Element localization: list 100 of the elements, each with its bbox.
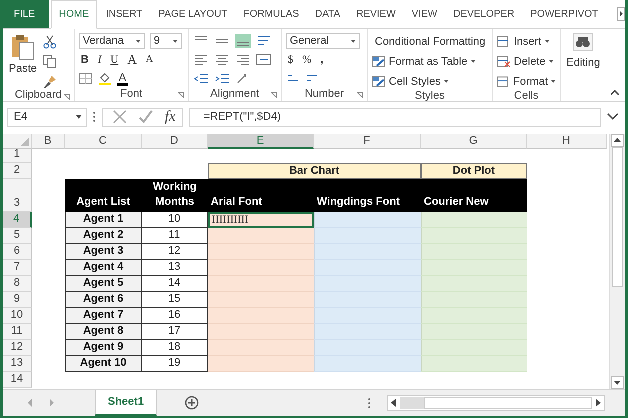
table-cell: 18 — [142, 340, 208, 356]
table-cell[interactable] — [208, 340, 314, 356]
row-header[interactable]: 13 — [3, 356, 32, 372]
sheet-tab[interactable]: Sheet1 — [95, 390, 158, 416]
ribbon-tab[interactable]: POWERPIVOT — [524, 0, 606, 28]
table-cell: Agent 8 — [65, 324, 142, 340]
table-cell[interactable] — [208, 308, 314, 324]
more-icon[interactable] — [93, 111, 96, 123]
shrink-font-button[interactable]: A — [144, 52, 156, 68]
grow-font-button[interactable]: A — [126, 52, 139, 68]
table-cell[interactable] — [208, 292, 314, 308]
brush-icon[interactable] — [43, 75, 58, 89]
comma-button[interactable]: , — [318, 52, 326, 68]
bold-button[interactable]: B — [79, 52, 91, 68]
row-header[interactable]: 1 — [3, 149, 32, 163]
column-header[interactable]: H — [527, 134, 607, 149]
row-header[interactable]: 5 — [3, 228, 32, 244]
borders-icon[interactable] — [79, 73, 93, 85]
table-cell[interactable] — [208, 324, 314, 340]
row-header[interactable]: 6 — [3, 244, 32, 260]
editing-button[interactable]: Editing — [566, 33, 600, 85]
ribbon-tab[interactable]: DATA — [308, 0, 348, 28]
column-header[interactable]: G — [421, 134, 527, 149]
scroll-right-icon[interactable] — [617, 7, 625, 21]
ribbon-tab[interactable]: HOME — [51, 0, 98, 29]
cancel-icon[interactable] — [113, 110, 127, 124]
cells-button[interactable]: Format — [497, 73, 556, 90]
scissors-icon[interactable] — [43, 35, 58, 49]
font-size-field[interactable]: 9 — [150, 33, 182, 49]
file-tab[interactable]: FILE — [3, 0, 50, 28]
row-header[interactable]: 3 — [3, 179, 32, 212]
row-header[interactable]: 9 — [3, 292, 32, 308]
column-header[interactable]: E — [208, 134, 314, 149]
table-cell[interactable] — [208, 228, 314, 244]
scroll-thumb[interactable] — [424, 397, 592, 409]
ribbon-tab[interactable]: FORMULAS — [236, 0, 306, 28]
table-cell[interactable] — [208, 244, 314, 260]
column-header[interactable]: C — [65, 134, 142, 149]
check-icon[interactable] — [139, 110, 153, 124]
row-header[interactable]: 8 — [3, 276, 32, 292]
table-cell[interactable]: IIIIIIIIII — [208, 212, 314, 228]
table-cell[interactable] — [208, 260, 314, 276]
launcher-icon[interactable] — [64, 94, 70, 100]
collapse-ribbon-icon[interactable] — [611, 90, 619, 95]
launcher-icon[interactable] — [178, 92, 184, 98]
row-header[interactable]: 10 — [3, 308, 32, 324]
fill-bucket-icon[interactable] — [98, 73, 112, 85]
align-left-icon[interactable] — [193, 53, 209, 67]
vertical-scrollbar[interactable] — [609, 134, 625, 389]
table-cell[interactable] — [208, 356, 314, 372]
row-header[interactable]: 14 — [3, 372, 32, 388]
ribbon-tab[interactable]: INSERT — [99, 0, 150, 28]
insert-function-button[interactable]: fx — [165, 108, 176, 126]
scroll-down-icon[interactable] — [611, 376, 624, 389]
styles-button[interactable]: Format as Table — [372, 53, 488, 70]
expand-icon[interactable] — [607, 113, 619, 121]
name-box[interactable]: E4 — [7, 108, 87, 126]
font-color-button[interactable]: A — [117, 72, 128, 86]
scroll-up-icon[interactable] — [611, 134, 624, 147]
row-header[interactable]: 7 — [3, 260, 32, 276]
wrap-text-icon[interactable] — [256, 34, 272, 48]
formula-field[interactable]: =REPT("I",$D4) — [188, 108, 601, 126]
column-header[interactable]: B — [32, 134, 65, 149]
row-header[interactable]: 2 — [3, 163, 32, 179]
styles-button[interactable]: Cell Styles — [372, 73, 488, 90]
binoculars-icon — [573, 33, 594, 51]
table-cell: 17 — [142, 324, 208, 340]
styles-button[interactable]: Conditional Formatting — [372, 33, 488, 50]
bottom-align-icon[interactable] — [235, 34, 251, 48]
add-sheet-icon[interactable] — [185, 396, 200, 410]
font-family-field[interactable]: Verdana — [79, 33, 145, 49]
row-header[interactable]: 12 — [3, 340, 32, 356]
ribbon-tab[interactable]: DEVELOPER — [446, 0, 522, 28]
align-right-icon[interactable] — [235, 53, 251, 67]
cells-button[interactable]: Delete — [497, 53, 556, 70]
percent-button[interactable]: % — [300, 52, 314, 68]
increase-indent-icon[interactable] — [214, 72, 230, 86]
cells-button[interactable]: Insert — [497, 33, 556, 50]
column-header[interactable]: D — [142, 134, 208, 149]
scroll-thumb[interactable] — [612, 147, 623, 287]
row-header[interactable]: 11 — [3, 324, 32, 340]
italic-button[interactable]: I — [96, 52, 104, 68]
table-cell[interactable] — [208, 276, 314, 292]
copy-icon[interactable] — [43, 55, 58, 69]
decrease-indent-icon[interactable] — [193, 72, 209, 86]
merge-icon[interactable] — [256, 53, 272, 67]
ribbon-tab[interactable]: VIEW — [404, 0, 444, 28]
column-header[interactable]: F — [314, 134, 421, 149]
ribbon-tab[interactable]: REVIEW — [349, 0, 403, 28]
horizontal-scrollbar[interactable] — [387, 395, 605, 411]
more-icon[interactable] — [368, 398, 371, 408]
currency-button[interactable]: $ — [286, 52, 296, 68]
paste-button[interactable]: Paste — [7, 33, 40, 89]
number-format-field[interactable]: General — [286, 33, 360, 49]
launcher-icon[interactable] — [271, 92, 277, 98]
row-header[interactable]: 4 — [3, 212, 32, 228]
ribbon-tab[interactable]: PAGE LAYOUT — [152, 0, 235, 28]
underline-button[interactable]: U — [108, 52, 121, 68]
align-center-icon[interactable] — [214, 53, 230, 67]
launcher-icon[interactable] — [357, 92, 363, 98]
